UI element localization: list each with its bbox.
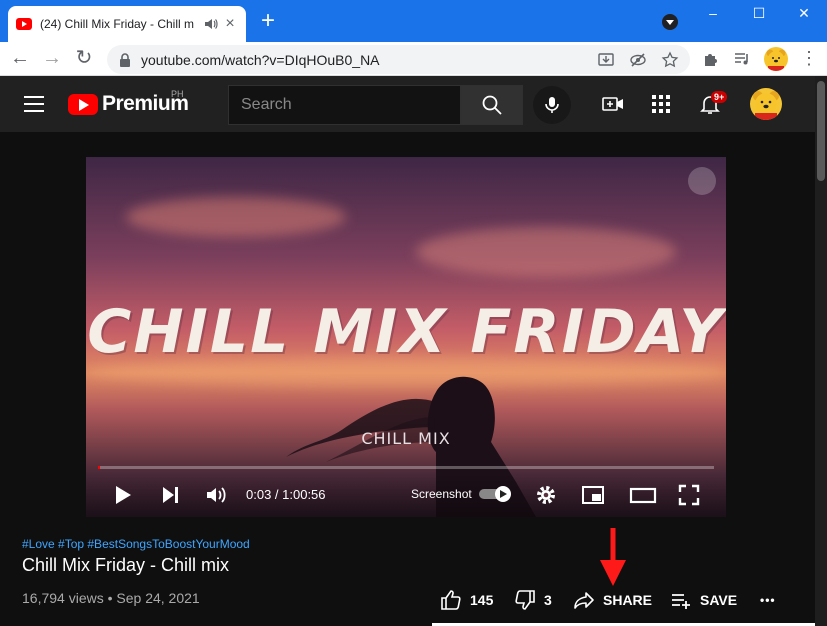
extensions-puzzle-icon[interactable] (702, 50, 720, 68)
tab-close-button[interactable]: × (222, 16, 238, 32)
account-avatar[interactable] (750, 88, 782, 120)
play-icon[interactable] (110, 483, 134, 507)
video-title: Chill Mix Friday - Chill mix (22, 555, 230, 575)
chrome-menu-button[interactable]: ⋮ (800, 49, 818, 69)
url-text[interactable]: youtube.com/watch?v=DIqHOuB0_NA (141, 52, 380, 68)
cloud-decoration (416, 227, 676, 277)
search-input[interactable] (241, 96, 451, 114)
youtube-logo-icon[interactable] (68, 94, 98, 115)
thumbs-up-icon (441, 590, 461, 610)
apps-grid-icon[interactable] (649, 92, 673, 116)
search-box (228, 85, 461, 125)
thumbs-down-icon (515, 590, 535, 610)
volume-icon[interactable] (204, 483, 228, 507)
video-player[interactable]: CHILL MIX FRIDAY CHILL MIX 0:03 / 1:00:5… (86, 157, 726, 517)
forward-button[interactable]: → (40, 47, 64, 71)
browser-tab-strip: (24) Chill Mix Friday - Chill m × + – ☐ … (0, 0, 827, 42)
video-progress-fill (98, 466, 100, 469)
screenshot-toggle[interactable] (478, 486, 512, 502)
video-overlay-subtitle: CHILL MIX (361, 429, 451, 448)
back-button[interactable]: ← (8, 47, 32, 71)
country-code: PH (171, 89, 184, 99)
address-bar[interactable]: youtube.com/watch?v=DIqHOuB0_NA (107, 45, 690, 74)
microphone-icon (545, 97, 559, 113)
browser-toolbar: ← → ↻ youtube.com/watch?v=DIqHOuB0_NA ⋮ (0, 42, 827, 76)
next-video-icon[interactable] (158, 483, 182, 507)
theater-mode-icon[interactable] (629, 483, 657, 507)
video-progress-bar[interactable] (98, 466, 714, 469)
time-display: 0:03 / 1:00:56 (246, 487, 326, 502)
scrollbar-thumb[interactable] (817, 81, 825, 181)
red-annotation-arrow-icon (600, 528, 626, 586)
tab-title: (24) Chill Mix Friday - Chill m (40, 17, 195, 31)
install-app-icon[interactable] (597, 51, 615, 69)
video-overlay-title: CHILL MIX FRIDAY (87, 297, 725, 367)
more-actions-button[interactable]: ••• (760, 588, 776, 612)
hamburger-menu-icon[interactable] (24, 96, 44, 112)
save-label: SAVE (700, 592, 738, 608)
tab-search-dropdown-icon[interactable] (662, 14, 678, 30)
views-and-date: 16,794 views • Sep 24, 2021 (22, 590, 200, 606)
channel-watermark-icon[interactable] (688, 167, 716, 195)
new-tab-button[interactable]: + (256, 9, 280, 34)
screenshot-label[interactable]: Screenshot (411, 487, 472, 501)
lock-icon[interactable] (119, 52, 131, 67)
audio-playing-icon[interactable] (204, 17, 218, 31)
dislike-button[interactable]: 3 (514, 588, 552, 612)
player-controls: 0:03 / 1:00:56 Screenshot (86, 473, 726, 517)
share-label: SHARE (603, 592, 653, 608)
hashtags-link[interactable]: #Love #Top #BestSongsToBoostYourMood (22, 537, 250, 551)
voice-search-button[interactable] (533, 86, 571, 124)
miniplayer-icon[interactable] (581, 483, 605, 507)
youtube-favicon-icon (16, 18, 32, 30)
bookmark-star-icon[interactable] (661, 51, 679, 69)
share-arrow-icon (574, 592, 594, 609)
share-button[interactable]: SHARE (573, 588, 652, 612)
search-button[interactable] (461, 85, 523, 125)
like-button[interactable]: 145 (440, 588, 493, 612)
profile-avatar[interactable] (764, 47, 788, 71)
fullscreen-icon[interactable] (677, 483, 701, 507)
notification-count-badge: 9+ (711, 91, 728, 103)
page-scrollbar[interactable] (815, 76, 827, 626)
settings-gear-icon[interactable] (534, 483, 558, 507)
youtube-header: Premium PH 9+ (0, 76, 815, 132)
close-window-button[interactable]: ✕ (781, 0, 827, 28)
search-icon (482, 95, 502, 115)
minimize-button[interactable]: – (690, 0, 736, 28)
save-button[interactable]: SAVE (670, 588, 737, 612)
create-video-icon[interactable] (601, 92, 625, 116)
maximize-button[interactable]: ☐ (736, 0, 782, 28)
cloud-decoration (126, 197, 346, 237)
dislike-count: 3 (544, 592, 552, 608)
bear-avatar-icon (766, 49, 786, 71)
add-to-playlist-icon (672, 594, 690, 609)
browser-tab[interactable]: (24) Chill Mix Friday - Chill m × (8, 6, 246, 42)
bear-avatar-icon (753, 91, 779, 120)
reload-button[interactable]: ↻ (72, 47, 96, 71)
tracking-blocked-icon[interactable] (629, 51, 647, 69)
like-count: 145 (470, 592, 494, 608)
media-control-icon[interactable] (733, 50, 751, 68)
